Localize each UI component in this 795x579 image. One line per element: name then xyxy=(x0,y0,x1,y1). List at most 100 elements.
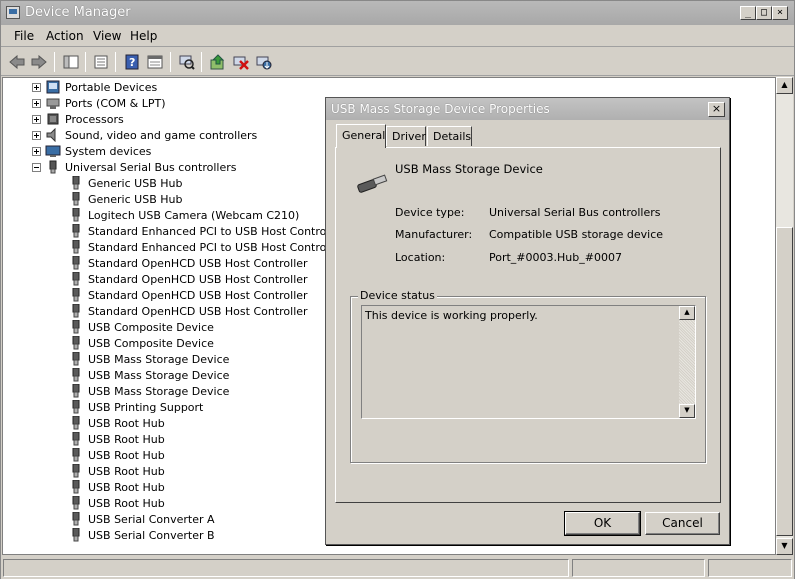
show-hide-console-tree-icon[interactable] xyxy=(62,53,80,71)
tree-device-row[interactable]: Standard Enhanced PCI to USB Host Contro… xyxy=(71,223,344,239)
menu-view[interactable]: View xyxy=(93,29,121,43)
uninstall-icon[interactable] xyxy=(232,53,250,71)
collapse-icon[interactable] xyxy=(32,162,41,172)
tab-details[interactable]: Details xyxy=(427,126,472,146)
tree-device-row[interactable]: USB Root Hub xyxy=(71,415,165,431)
tree-device-row[interactable]: USB Serial Converter A xyxy=(71,511,215,527)
ok-button[interactable]: OK xyxy=(564,511,641,536)
usb-device-icon xyxy=(71,239,81,254)
toolbar-separator xyxy=(85,52,86,72)
menu-file[interactable]: File xyxy=(14,29,34,43)
tree-device-label: USB Mass Storage Device xyxy=(88,352,230,366)
tree-device-label: USB Root Hub xyxy=(88,448,165,462)
tree-device-row[interactable]: USB Serial Converter B xyxy=(71,527,215,543)
scroll-thumb[interactable] xyxy=(776,227,793,536)
tree-device-row[interactable]: Logitech USB Camera (Webcam C210) xyxy=(71,207,299,223)
menu-action[interactable]: Action xyxy=(46,29,84,43)
device-status-textbox[interactable]: This device is working properly. ▲ ▼ xyxy=(361,305,696,419)
tree-device-label: USB Root Hub xyxy=(88,432,165,446)
device-name: USB Mass Storage Device xyxy=(395,162,543,176)
menu-help[interactable]: Help xyxy=(130,29,157,43)
tree-category-row[interactable]: Universal Serial Bus controllers xyxy=(32,159,236,175)
cancel-button[interactable]: Cancel xyxy=(645,512,720,535)
status-pane-main xyxy=(3,559,569,577)
expand-icon[interactable] xyxy=(32,146,41,156)
usb-device-icon xyxy=(71,383,81,398)
tree-device-row[interactable]: USB Root Hub xyxy=(71,431,165,447)
toolbar: ? xyxy=(1,48,794,76)
tree-device-row[interactable]: USB Mass Storage Device xyxy=(71,367,229,383)
expand-icon[interactable] xyxy=(32,98,41,108)
tree-device-label: Standard OpenHCD USB Host Controller xyxy=(88,304,308,318)
tree-category-label: Processors xyxy=(65,112,124,126)
dialog-close-button[interactable]: × xyxy=(708,102,725,117)
tree-category-row[interactable]: Sound, video and game controllers xyxy=(32,127,257,143)
help-icon[interactable]: ? xyxy=(123,53,141,71)
properties-sheet-icon[interactable] xyxy=(92,53,110,71)
tree-category-row[interactable]: Ports (COM & LPT) xyxy=(32,95,166,111)
tree-category-row[interactable]: Portable Devices xyxy=(32,79,157,95)
usb-device-icon xyxy=(71,367,81,382)
tree-vertical-scrollbar[interactable]: ▲ ▼ xyxy=(776,77,793,555)
back-icon[interactable] xyxy=(8,53,26,71)
tree-device-row[interactable]: Standard OpenHCD USB Host Controller xyxy=(71,271,308,287)
status-pane-2 xyxy=(572,559,705,577)
tree-device-row[interactable]: USB Composite Device xyxy=(71,335,214,351)
tree-device-row[interactable]: Standard OpenHCD USB Host Controller xyxy=(71,287,308,303)
tab-driver[interactable]: Driver xyxy=(386,126,426,146)
tree-category-row[interactable]: Processors xyxy=(32,111,124,127)
forward-icon[interactable] xyxy=(30,53,48,71)
status-scroll-down-icon[interactable]: ▼ xyxy=(679,404,695,418)
location-label: Location: xyxy=(395,251,446,264)
usb-device-icon xyxy=(71,303,81,318)
minimize-button[interactable]: _ xyxy=(740,6,756,20)
tree-device-row[interactable]: Standard Enhanced PCI to USB Host Contro… xyxy=(71,239,344,255)
system-device-icon xyxy=(45,144,61,158)
tree-device-row[interactable]: USB Root Hub xyxy=(71,447,165,463)
tree-device-row[interactable]: USB Mass Storage Device xyxy=(71,351,229,367)
title-bar[interactable]: Device Manager _ □ × xyxy=(1,1,794,25)
scan-hardware-icon[interactable] xyxy=(178,53,196,71)
tree-device-row[interactable]: USB Printing Support xyxy=(71,399,203,415)
status-scroll-up-icon[interactable]: ▲ xyxy=(679,306,695,320)
expand-icon[interactable] xyxy=(32,114,41,124)
usb-device-icon xyxy=(71,287,81,302)
tree-device-row[interactable]: Generic USB Hub xyxy=(71,191,182,207)
tree-device-row[interactable]: USB Mass Storage Device xyxy=(71,383,229,399)
tree-device-row[interactable]: USB Composite Device xyxy=(71,319,214,335)
usb-device-icon xyxy=(71,511,81,526)
scroll-up-arrow-icon[interactable]: ▲ xyxy=(776,77,793,94)
enable-device-icon[interactable] xyxy=(255,53,273,71)
tree-category-row[interactable]: System devices xyxy=(32,143,151,159)
tree-category-label: Universal Serial Bus controllers xyxy=(65,160,237,174)
tree-device-row[interactable]: USB Root Hub xyxy=(71,463,165,479)
dialog-title-bar[interactable]: USB Mass Storage Device Properties × xyxy=(326,98,729,120)
usb-device-icon xyxy=(71,527,81,542)
status-scrollbar[interactable]: ▲ ▼ xyxy=(679,306,695,418)
portable-device-icon xyxy=(45,80,61,94)
update-driver-icon[interactable] xyxy=(209,53,227,71)
tree-device-label: USB Root Hub xyxy=(88,496,165,510)
tree-device-row[interactable]: Standard OpenHCD USB Host Controller xyxy=(71,303,308,319)
tree-device-label: Logitech USB Camera (Webcam C210) xyxy=(88,208,300,222)
usb-device-icon xyxy=(71,351,81,366)
export-list-icon[interactable] xyxy=(146,53,164,71)
tree-device-row[interactable]: Generic USB Hub xyxy=(71,175,182,191)
expand-icon[interactable] xyxy=(32,130,41,140)
close-button[interactable]: × xyxy=(772,6,788,20)
usb-device-icon xyxy=(71,431,81,446)
expand-icon[interactable] xyxy=(32,82,41,92)
tree-device-row[interactable]: USB Root Hub xyxy=(71,479,165,495)
properties-dialog: USB Mass Storage Device Properties × Gen… xyxy=(325,97,730,545)
tab-general[interactable]: General xyxy=(336,124,386,148)
tree-device-label: USB Composite Device xyxy=(88,320,214,334)
device-manager-window: Device Manager _ □ × File Action View He… xyxy=(0,0,795,579)
tree-device-label: USB Printing Support xyxy=(88,400,204,414)
maximize-button[interactable]: □ xyxy=(756,6,772,20)
toolbar-separator xyxy=(54,52,55,72)
tree-device-label: Standard Enhanced PCI to USB Host Contro… xyxy=(88,224,344,238)
usb-device-icon xyxy=(71,319,81,334)
tree-device-row[interactable]: Standard OpenHCD USB Host Controller xyxy=(71,255,308,271)
scroll-down-arrow-icon[interactable]: ▼ xyxy=(776,538,793,555)
tree-device-row[interactable]: USB Root Hub xyxy=(71,495,165,511)
